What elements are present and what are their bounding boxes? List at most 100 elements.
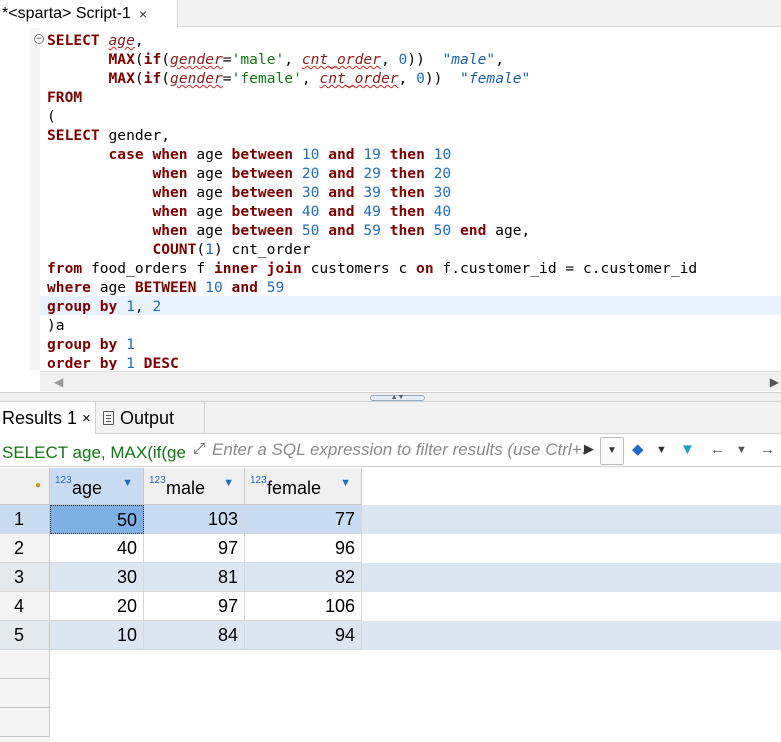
code-token: between [231,222,302,239]
column-header-age[interactable]: 123 age ▼ [50,468,144,505]
chevron-down-icon[interactable]: ▼ [656,441,667,459]
table-row[interactable]: 5 10 84 94 [0,621,781,650]
numeric-type-icon: 123 [55,475,72,486]
fold-toggle-icon[interactable]: − [34,34,44,44]
splitter-handle-icon[interactable]: ▲▼ [370,394,425,401]
code-line[interactable]: order by 1 DESC [47,354,697,370]
code-line[interactable]: SELECT age, [47,31,697,50]
tab-results-1[interactable]: Results 1 × [0,402,96,434]
code-line[interactable]: SELECT gender, [47,126,697,145]
code-token: age [196,203,232,220]
numeric-type-icon: 123 [250,475,267,486]
code-token: order by [47,355,127,370]
table-cell-female[interactable]: 77 [245,505,362,534]
code-line[interactable]: group by 1 [47,335,697,354]
table-cell-age[interactable]: 50 [50,505,144,534]
results-grid[interactable]: ● 123 age ▼ 123 male ▼ 123 female ▼ 1 50… [0,468,781,742]
code-line[interactable]: case when age between 10 and 19 then 10 [47,145,697,164]
code-line[interactable]: MAX(if(gender='male', cnt_order, 0)) "ma… [47,50,697,69]
tab-label: *<sparta> Script-1 [2,4,131,22]
code-token: then [380,184,434,201]
code-token: from [47,260,91,277]
table-cell-female[interactable]: 94 [245,621,362,650]
code-line[interactable]: ( [47,107,697,126]
code-token: MAX [108,51,135,68]
code-token: 30 [301,184,320,201]
row-number[interactable]: 2 [0,534,50,563]
table-cell-age[interactable]: 30 [50,563,144,592]
table-cell-male[interactable]: 97 [144,592,245,621]
code-token: and [319,222,364,239]
table-row[interactable]: 4 20 97 106 [0,592,781,621]
sql-editor[interactable]: − SELECT age, MAX(if(gender='male', cnt_… [0,28,781,370]
code-token: food_orders f [90,260,214,277]
sql-code[interactable]: SELECT age, MAX(if(gender='male', cnt_or… [47,31,697,370]
scroll-right-icon[interactable]: ▶ [770,375,779,389]
code-token: ) cnt_order [213,241,311,258]
sort-icon[interactable]: ▼ [122,477,133,489]
code-line[interactable]: FROM [47,88,697,107]
code-line[interactable]: when age between 30 and 39 then 30 [47,183,697,202]
code-line[interactable]: where age BETWEEN 10 and 59 [47,278,697,297]
table-cell-female[interactable]: 96 [245,534,362,563]
table-row[interactable]: 2 40 97 96 [0,534,781,563]
sort-icon[interactable]: ▼ [223,477,234,489]
table-cell-female[interactable]: 82 [245,563,362,592]
close-icon[interactable]: × [139,6,147,22]
row-number[interactable]: 1 [0,505,50,534]
row-number[interactable]: 3 [0,563,50,592]
table-cell-male[interactable]: 103 [144,505,245,534]
tab-script-1[interactable]: *<sparta> Script-1 × [0,0,178,27]
column-header-male[interactable]: 123 male ▼ [144,468,245,505]
table-cell-age[interactable]: 10 [50,621,144,650]
code-line[interactable]: when age between 50 and 59 then 50 end a… [47,221,697,240]
code-token: 20 [433,165,452,182]
table-cell-male[interactable]: 84 [144,621,245,650]
column-header-female[interactable]: 123 female ▼ [245,468,362,505]
table-cell-age[interactable]: 40 [50,534,144,563]
results-tab-bar: Results 1 × Output [0,402,781,434]
close-icon[interactable]: × [82,410,91,427]
code-token: = [222,70,232,87]
table-cell-age[interactable]: 20 [50,592,144,621]
filter-icon[interactable]: ▼ [680,441,695,459]
numeric-type-icon: 123 [149,475,166,486]
code-token: SELECT [47,127,109,144]
filter-history-dropdown[interactable]: ▼ [600,437,624,465]
code-token: age [99,279,135,296]
eraser-icon[interactable]: ◆ [632,441,644,459]
expand-icon[interactable]: ⤢ [190,440,208,458]
filter-input[interactable]: Enter a SQL expression to filter results… [212,440,584,462]
code-token: age [108,32,135,49]
code-token: 39 [363,184,381,201]
back-arrow-icon[interactable]: ← [710,441,725,459]
table-row[interactable]: 1 50 103 77 [0,505,781,534]
row-number[interactable]: 4 [0,592,50,621]
editor-horizontal-scrollbar[interactable]: ◀ ▶ [40,371,781,391]
code-token: = [222,51,232,68]
code-token: 59 [266,279,285,296]
apply-filter-icon[interactable]: ▶ [584,441,594,457]
code-line[interactable]: when age between 20 and 29 then 20 [47,164,697,183]
code-line[interactable]: when age between 40 and 49 then 40 [47,202,697,221]
table-cell-female[interactable]: 106 [245,592,362,621]
code-line[interactable]: from food_orders f inner join customers … [47,259,697,278]
code-token: end [451,222,496,239]
sort-icon[interactable]: ▼ [340,477,351,489]
query-preview[interactable]: SELECT age, MAX(if(ge [2,443,185,463]
code-line[interactable]: )a [47,316,697,335]
table-cell-male[interactable]: 81 [144,563,245,592]
tab-output[interactable]: Output [97,402,205,434]
table-cell-male[interactable]: 97 [144,534,245,563]
code-line[interactable]: MAX(if(gender='female', cnt_order, 0)) "… [47,69,697,88]
panel-splitter[interactable]: ▲▼ [0,392,781,402]
empty-row-header [0,679,50,708]
row-number[interactable]: 5 [0,621,50,650]
scroll-left-icon[interactable]: ◀ [54,375,63,389]
forward-arrow-icon[interactable]: → [760,441,775,459]
grid-corner[interactable]: ● [0,468,50,505]
code-line[interactable]: COUNT(1) cnt_order [47,240,697,259]
code-line[interactable]: group by 1, 2 [47,297,697,316]
table-row[interactable]: 3 30 81 82 [0,563,781,592]
chevron-down-icon[interactable]: ▼ [736,441,747,459]
